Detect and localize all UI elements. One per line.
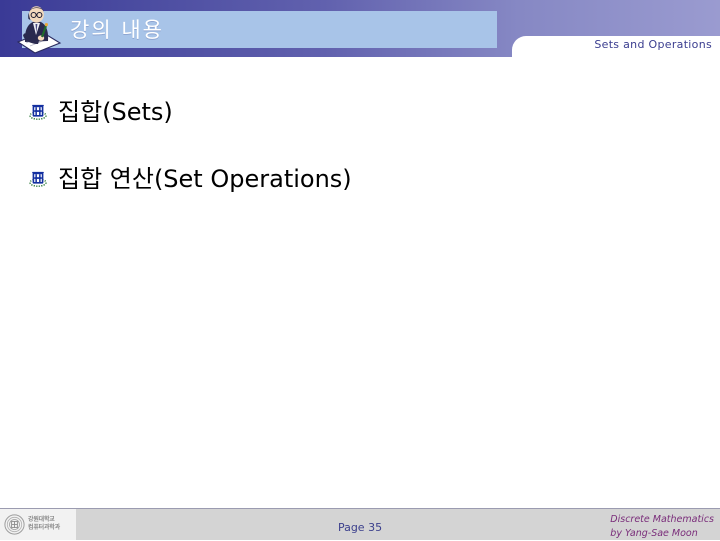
writer-at-desk-icon <box>8 2 64 56</box>
slide-header-band: 강의 내용 Sets and Operations <box>0 0 720 60</box>
bullet-item: 집합 연산(Set Operations) <box>28 167 352 191</box>
slide-canvas: 강의 내용 Sets and Operations 집합(Sets) 집합 연산… <box>0 0 720 540</box>
slide-content: 집합(Sets) 집합 연산(Set Operations) <box>0 57 720 497</box>
page-title: 강의 내용 <box>70 18 164 42</box>
bullet-label: 집합 연산(Set Operations) <box>58 165 352 193</box>
university-emblem-bullet-icon <box>28 169 48 189</box>
bullet-label: 집합(Sets) <box>58 98 173 126</box>
slide-subtitle: Sets and Operations <box>594 38 712 51</box>
footer-credit-course: Discrete Mathematics <box>610 514 714 525</box>
footer-credit-author: by Yang-Sae Moon <box>610 527 698 539</box>
university-emblem-bullet-icon <box>28 102 48 122</box>
bullet-item: 집합(Sets) <box>28 100 173 124</box>
footer-credit: Discrete Mathematics by Yang-Sae Moon <box>610 513 714 541</box>
